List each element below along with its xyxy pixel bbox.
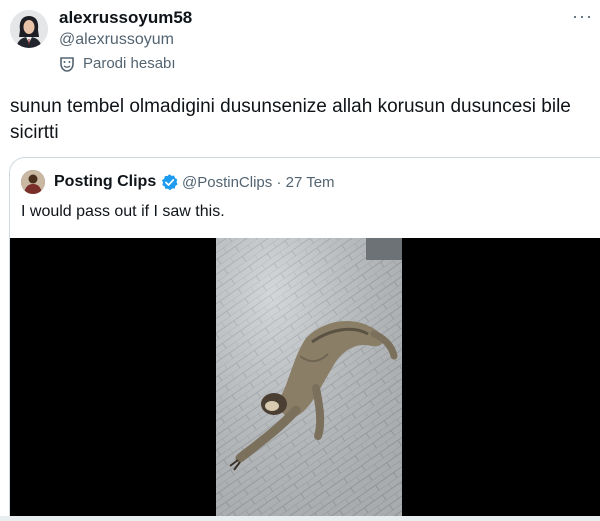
meta-separator: · (276, 174, 282, 191)
more-options-icon[interactable]: ··· (572, 6, 593, 27)
quoted-author-avatar[interactable] (21, 170, 45, 194)
author-display-name[interactable]: alexrussoyum58 (59, 8, 192, 28)
verified-badge-icon (161, 174, 178, 191)
quoted-tweet[interactable]: Posting Clips @PostinClips · 27 Tem I wo… (9, 157, 600, 521)
quoted-avatar-icon (21, 170, 45, 194)
quoted-video[interactable] (10, 238, 600, 521)
quoted-timestamp[interactable]: 27 Tem (286, 174, 335, 191)
bottom-divider (0, 516, 600, 521)
quoted-text: I would pass out if I saw this. (21, 203, 225, 220)
video-frame[interactable] (216, 238, 402, 519)
author-handle[interactable]: @alexrussoyum (59, 31, 174, 49)
sloth-on-pavement-image (216, 238, 402, 519)
quoted-meta: @PostinClips · 27 Tem (182, 174, 335, 191)
tweet-text: sunun tembel olmadigini dusunsenize alla… (10, 96, 571, 143)
parody-label-text: Parodi hesabı (83, 55, 176, 72)
quoted-handle[interactable]: @PostinClips (182, 174, 272, 191)
theater-mask-icon (60, 56, 74, 72)
quoted-display-name[interactable]: Posting Clips (54, 173, 156, 191)
parody-account-label: Parodi hesabı (59, 55, 176, 72)
avatar-portrait-icon (10, 10, 48, 48)
author-avatar[interactable] (10, 10, 48, 48)
tweet: alexrussoyum58 @alexrussoyum ··· Parodi … (0, 0, 600, 521)
